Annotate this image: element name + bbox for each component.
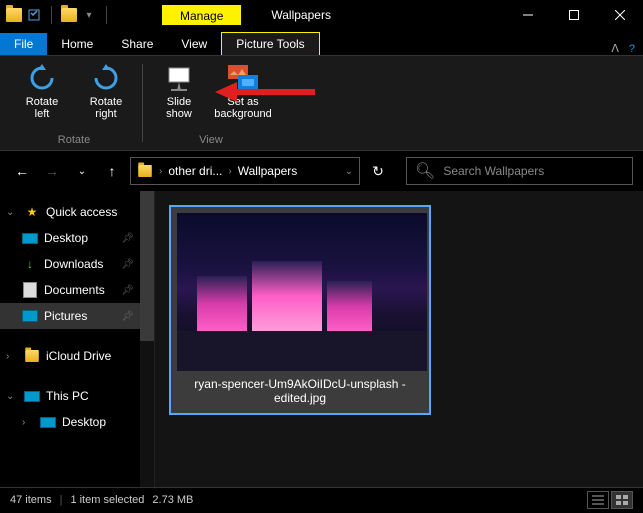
qat-dropdown-icon[interactable]: ▾ [81, 7, 97, 23]
sidebar-item-downloads[interactable]: ↓ Downloads 📌︎ [0, 251, 154, 277]
group-separator [142, 64, 143, 142]
divider [106, 6, 107, 24]
pin-icon: 📌︎ [121, 285, 134, 296]
sidebar-item-label: Downloads [44, 257, 103, 271]
maximize-button[interactable] [551, 0, 597, 30]
sidebar-item-label: Desktop [62, 415, 106, 429]
view-group-label: View [199, 131, 223, 146]
close-button[interactable] [597, 0, 643, 30]
share-tab[interactable]: Share [107, 33, 167, 55]
set-as-background-button[interactable]: Set as background [215, 60, 271, 122]
file-name-label: ryan-spencer-Um9AkOiIDcU-unsplash - edit… [177, 371, 423, 407]
app-icon [6, 8, 22, 22]
desktop-icon [40, 414, 56, 430]
rotate-right-button[interactable]: Rotate right [78, 60, 134, 122]
picture-tools-tab[interactable]: Picture Tools [221, 32, 319, 55]
rotate-left-button[interactable]: Rotate left [14, 60, 70, 122]
address-folder-icon [138, 165, 152, 177]
sidebar-item-label: Documents [44, 283, 105, 297]
set-as-background-label: Set as background [214, 96, 272, 120]
sidebar-item-quick-access[interactable]: ⌄ ★ Quick access [0, 199, 154, 225]
address-input[interactable]: › other dri... › Wallpapers ⌄ [130, 157, 360, 185]
ribbon-collapse-icon[interactable]: ᐱ [611, 42, 619, 55]
qat-properties-icon[interactable] [26, 7, 42, 23]
rotate-left-icon [26, 62, 58, 94]
sidebar-item-documents[interactable]: Documents 📌︎ [0, 277, 154, 303]
window-title: Wallpapers [271, 8, 331, 22]
details-view-button[interactable] [587, 491, 609, 509]
divider: | [60, 494, 63, 506]
rotate-group-label: Rotate [58, 131, 90, 146]
slide-show-label: Slide show [166, 96, 192, 120]
breadcrumb-item[interactable]: Wallpapers [238, 164, 298, 178]
content-pane[interactable]: ryan-spencer-Um9AkOiIDcU-unsplash - edit… [155, 191, 643, 487]
pin-icon: 📌︎ [121, 311, 134, 322]
nav-recent-dropdown[interactable]: ⌄ [70, 159, 94, 183]
sidebar-item-this-pc[interactable]: ⌄ This PC [0, 383, 154, 409]
ribbon: Rotate left Rotate right Rotate Slide sh… [0, 56, 643, 151]
thumbnail-image [177, 213, 427, 371]
status-bar: 47 items | 1 item selected 2.73 MB [0, 487, 643, 511]
chevron-right-icon: › [22, 417, 34, 428]
address-dropdown-icon[interactable]: ⌄ [345, 166, 353, 177]
scrollbar-thumb[interactable] [140, 191, 154, 341]
search-box[interactable]: 🔍︎ [406, 157, 633, 185]
nav-up-button[interactable]: ↑ [100, 159, 124, 183]
sidebar-item-label: iCloud Drive [46, 349, 111, 363]
file-tab[interactable]: File [0, 33, 47, 55]
pin-icon: 📌︎ [121, 259, 134, 270]
chevron-right-icon: › [228, 166, 231, 177]
rotate-right-icon [90, 62, 122, 94]
view-tab[interactable]: View [167, 33, 221, 55]
pin-icon: 📌︎ [121, 233, 134, 244]
help-icon[interactable]: ? [629, 43, 635, 55]
star-icon: ★ [24, 204, 40, 220]
desktop-icon [22, 230, 38, 246]
chevron-right-icon: › [159, 166, 162, 177]
slide-show-icon [163, 62, 195, 94]
folder-icon [24, 348, 40, 364]
sidebar-item-label: This PC [46, 389, 89, 403]
ribbon-tabs: File Home Share View Picture Tools ᐱ ? [0, 30, 643, 56]
minimize-button[interactable] [505, 0, 551, 30]
status-item-count: 47 items [10, 494, 52, 506]
breadcrumb-item[interactable]: other dri... [168, 164, 222, 178]
search-icon: 🔍︎ [415, 161, 435, 181]
slide-show-button[interactable]: Slide show [151, 60, 207, 122]
manage-context-tab: Manage [162, 5, 241, 25]
sidebar-item-icloud[interactable]: › iCloud Drive [0, 343, 154, 369]
chevron-down-icon: ⌄ [6, 207, 18, 218]
rotate-left-label: Rotate left [26, 96, 58, 120]
chevron-right-icon: › [6, 351, 18, 362]
nav-forward-button[interactable]: → [40, 159, 64, 183]
navigation-pane: ⌄ ★ Quick access Desktop 📌︎ ↓ Downloads … [0, 191, 155, 487]
thumbnails-view-button[interactable] [611, 491, 633, 509]
nav-back-button[interactable]: ← [10, 159, 34, 183]
downloads-icon: ↓ [22, 256, 38, 272]
sidebar-scrollbar[interactable] [140, 191, 154, 487]
qat-folder-icon[interactable] [61, 8, 77, 22]
sidebar-item-label: Pictures [44, 309, 87, 323]
refresh-button[interactable]: ↻ [366, 159, 390, 183]
status-selected-count: 1 item selected [70, 494, 144, 506]
address-bar: ← → ⌄ ↑ › other dri... › Wallpapers ⌄ ↻ … [0, 151, 643, 191]
sidebar-item-label: Desktop [44, 231, 88, 245]
divider [51, 6, 52, 24]
rotate-right-label: Rotate right [90, 96, 122, 120]
file-thumbnail-selected[interactable]: ryan-spencer-Um9AkOiIDcU-unsplash - edit… [169, 205, 431, 415]
set-as-background-icon [227, 62, 259, 94]
status-selected-size: 2.73 MB [152, 494, 193, 506]
sidebar-item-desktop[interactable]: Desktop 📌︎ [0, 225, 154, 251]
search-input[interactable] [443, 164, 624, 178]
sidebar-item-label: Quick access [46, 205, 117, 219]
this-pc-icon [24, 388, 40, 404]
sidebar-item-pictures[interactable]: Pictures 📌︎ [0, 303, 154, 329]
home-tab[interactable]: Home [47, 33, 107, 55]
pictures-icon [22, 308, 38, 324]
chevron-down-icon: ⌄ [6, 391, 18, 402]
titlebar: ▾ Manage Wallpapers [0, 0, 643, 30]
documents-icon [22, 282, 38, 298]
sidebar-item-desktop-pc[interactable]: › Desktop [0, 409, 154, 435]
